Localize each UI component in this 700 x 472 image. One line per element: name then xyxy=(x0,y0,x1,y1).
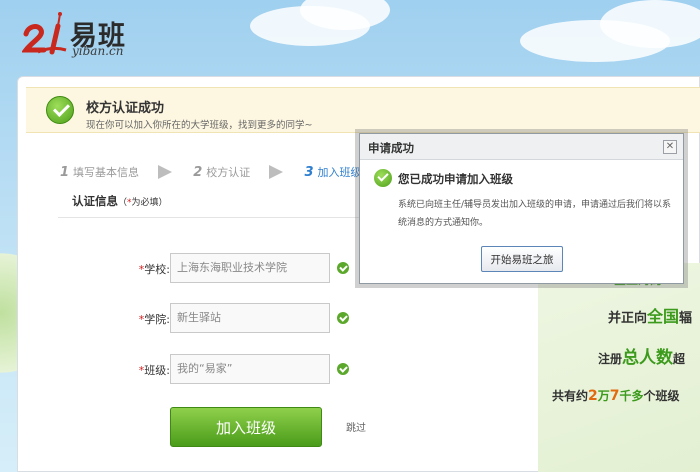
arrow-right-icon xyxy=(158,164,173,179)
step-2: 2 校方认证 xyxy=(193,164,251,180)
cloud xyxy=(600,0,700,48)
promo-line-4: 共有约2万7千多个班级 xyxy=(552,388,680,404)
skip-link[interactable]: 跳过 xyxy=(346,419,366,434)
check-icon xyxy=(337,363,349,375)
class-input[interactable]: 我的“易家” xyxy=(170,354,330,384)
success-banner: 校方认证成功 现在你可以加入你所在的大学班级，找到更多的同学~ xyxy=(26,87,700,133)
logo-domain: yiban.cn xyxy=(72,44,124,58)
logo-mark-icon xyxy=(22,12,67,55)
success-subtitle: 现在你可以加入你所在的大学班级，找到更多的同学~ xyxy=(86,120,313,131)
school-row: *学校: 上海东海职业技术学院 xyxy=(118,253,358,283)
check-circle-icon xyxy=(46,96,74,124)
step-indicator: 1 填写基本信息 2 校方认证 3 加入班级 xyxy=(60,161,362,185)
class-label: *班级: xyxy=(138,364,170,377)
tree-decoration xyxy=(0,230,18,396)
dialog-title: 申请成功 xyxy=(368,141,414,155)
step-3: 3 加入班级 xyxy=(304,164,362,180)
dialog-heading: 您已成功申请加入班级 xyxy=(398,172,513,186)
check-circle-icon xyxy=(374,169,392,187)
start-yiban-button[interactable]: 开始易班之旅 xyxy=(481,246,563,272)
dialog-header: 申请成功 ✕ xyxy=(360,134,683,160)
college-row: *学院: 新生驿站 xyxy=(118,303,358,333)
close-icon[interactable]: ✕ xyxy=(663,140,677,154)
promo-panel: 全上海的 并正向全国辐 注册总人数超 共有约2万7千多个班级 xyxy=(538,263,700,472)
school-input[interactable]: 上海东海职业技术学院 xyxy=(170,253,330,283)
college-input[interactable]: 新生驿站 xyxy=(170,303,330,333)
check-icon xyxy=(337,262,349,274)
dialog-message: 系统已向班主任/辅导员发出加入班级的申请，申请通过后我们将以系统消息的方式通知你… xyxy=(398,200,672,228)
success-title: 校方认证成功 xyxy=(86,101,165,116)
school-label: *学校: xyxy=(138,263,170,276)
college-label: *学院: xyxy=(138,313,170,326)
auth-info-heading: 认证信息（*为必填） xyxy=(72,194,168,208)
apply-success-dialog: 申请成功 ✕ 您已成功申请加入班级 系统已向班主任/辅导员发出加入班级的申请，申… xyxy=(359,133,684,284)
step-1: 1 填写基本信息 xyxy=(60,164,140,180)
logo[interactable]: 易班 yiban.cn xyxy=(22,12,172,60)
promo-line-2: 并正向全国辐 xyxy=(608,307,693,326)
class-row: *班级: 我的“易家” xyxy=(118,354,358,384)
join-class-button[interactable]: 加入班级 xyxy=(170,407,322,447)
check-icon xyxy=(337,312,349,324)
arrow-right-icon xyxy=(269,164,284,179)
promo-line-3: 注册总人数超 xyxy=(598,348,686,368)
